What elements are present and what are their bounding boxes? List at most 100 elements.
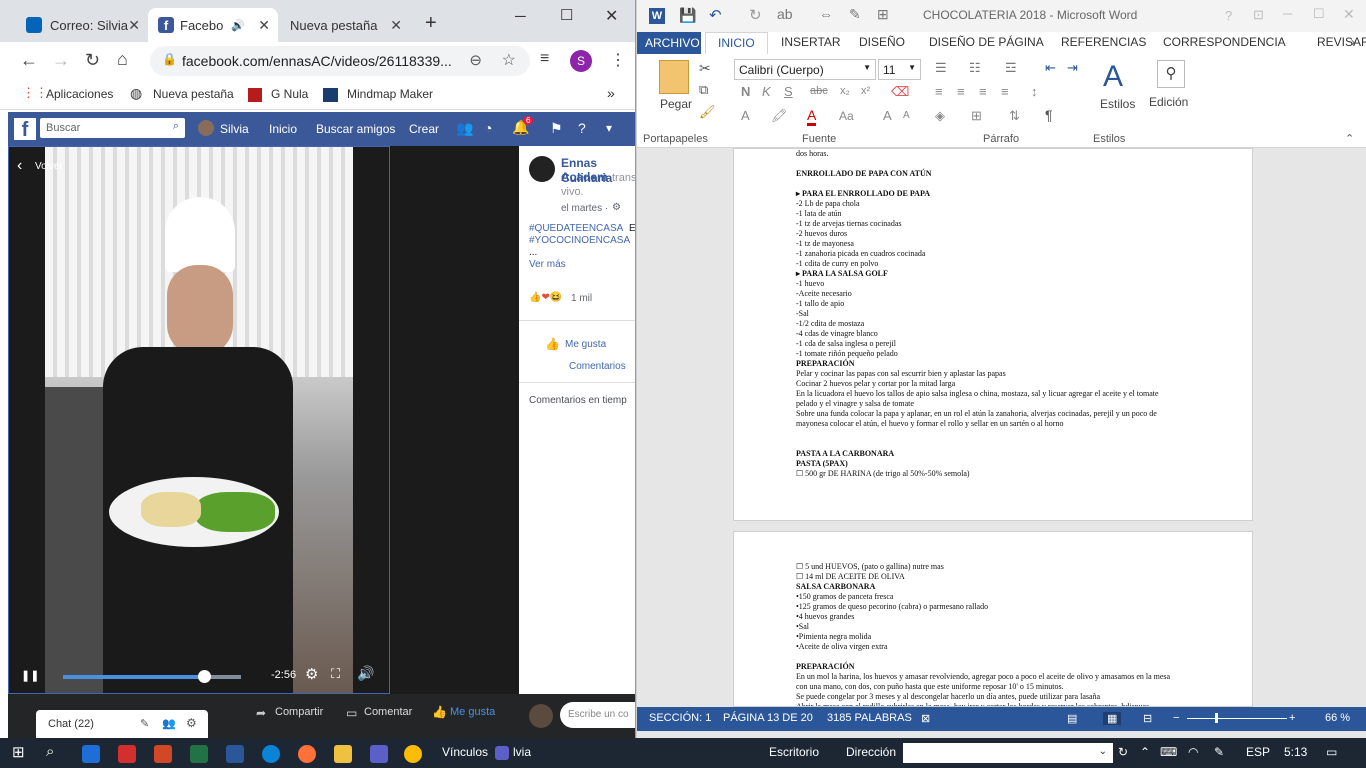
bookmark-new-tab[interactable]: Nueva pestaña	[153, 87, 234, 101]
format-painter-icon[interactable]: 🖌	[699, 104, 716, 120]
close-window-button[interactable]: ✕	[1343, 6, 1355, 23]
web-layout-icon[interactable]: ⊟	[1143, 712, 1152, 725]
read-mode-icon[interactable]: ▤	[1067, 712, 1077, 725]
action-center-icon[interactable]: ▭	[1326, 745, 1337, 759]
sort-icon[interactable]: ⇅	[1009, 108, 1020, 124]
chat-bar[interactable]: Chat (22) ✎ 👥 ⚙	[36, 710, 208, 738]
tab-referencias[interactable]: REFERENCIAS	[1061, 35, 1146, 49]
paste-icon[interactable]	[659, 60, 689, 94]
bookmark-apps[interactable]: Aplicaciones	[46, 87, 113, 101]
pen-icon[interactable]: ✎	[1214, 745, 1224, 759]
minimize-button[interactable]: ─	[1283, 6, 1292, 21]
zoom-out-icon[interactable]: −	[1173, 712, 1179, 724]
fb-user-name[interactable]: Silvia	[220, 122, 249, 136]
comment-button[interactable]: Comentar	[364, 706, 412, 718]
menu-icon[interactable]: ⋮	[610, 50, 626, 70]
section-indicator[interactable]: SECCIÓN: 1	[649, 712, 711, 724]
like-bottom-button[interactable]: Me gusta	[450, 706, 495, 718]
bullets-icon[interactable]: ☰	[935, 60, 947, 76]
messenger-icon[interactable]: ◔	[484, 120, 492, 136]
clock[interactable]: 5:13	[1284, 745, 1307, 759]
line-spacing-icon[interactable]: ↕	[1031, 84, 1038, 99]
nav-home[interactable]: Inicio	[269, 122, 297, 136]
decrease-indent-icon[interactable]: ⇤	[1045, 60, 1056, 76]
italic-icon[interactable]: K	[762, 84, 771, 99]
more-bookmarks[interactable]: »	[607, 85, 615, 101]
justify-icon[interactable]: ≡	[1001, 84, 1009, 99]
progress-handle[interactable]	[197, 670, 211, 683]
undo-icon[interactable]: ↶	[709, 6, 722, 24]
copy-icon[interactable]: ⧉	[699, 82, 708, 98]
groups-icon[interactable]: ⚑	[550, 120, 563, 137]
minimize-button[interactable]: ─	[515, 8, 526, 25]
align-center-icon[interactable]: ≡	[957, 84, 965, 99]
home-icon[interactable]: ⌂	[117, 49, 128, 70]
pause-icon[interactable]: ❚❚	[21, 669, 39, 682]
windows-start-icon[interactable]: ⊞	[12, 743, 25, 761]
address-input[interactable]: ⌄	[903, 743, 1113, 763]
page-indicator[interactable]: PÁGINA 13 DE 20	[723, 712, 813, 724]
bookmark-gnula[interactable]: G Nula	[271, 87, 308, 101]
tab-archivo[interactable]: ARCHIVO	[637, 32, 701, 54]
acrobat-icon[interactable]	[118, 745, 136, 763]
maximize-button[interactable]: ☐	[560, 6, 573, 24]
reaction-count[interactable]: 1 mil	[571, 293, 592, 304]
close-icon[interactable]: ✕	[390, 17, 402, 34]
search-icon[interactable]: ⌕	[46, 743, 54, 760]
word-count[interactable]: 3185 PALABRAS	[827, 712, 912, 724]
superscript-icon[interactable]: x²	[861, 85, 870, 97]
comments-link[interactable]: Comentarios	[569, 361, 626, 372]
language-indicator[interactable]: ESP	[1246, 745, 1270, 759]
styles-icon[interactable]: A	[1103, 60, 1123, 94]
font-color-icon[interactable]: A	[807, 107, 817, 126]
paste-label[interactable]: Pegar	[660, 97, 692, 111]
align-right-icon[interactable]: ≡	[979, 84, 987, 99]
chrome-taskbar-icon[interactable]	[404, 745, 422, 763]
redo-icon[interactable]: ↻	[749, 6, 762, 24]
firefox-icon[interactable]	[298, 745, 316, 763]
bluetooth-icon[interactable]	[82, 745, 100, 763]
document-page[interactable]: ☐ 5 und HUEVOS, (pato o gallina) nutre m…	[733, 531, 1253, 707]
address-bar[interactable]: 🔒 facebook.com/ennasAC/videos/26118339..…	[150, 46, 530, 76]
shading-icon[interactable]: ◈	[935, 108, 945, 124]
grow-font-icon[interactable]: A	[883, 108, 892, 123]
zoom-level[interactable]: 66 %	[1325, 712, 1350, 724]
numbering-icon[interactable]: ☷	[969, 60, 981, 76]
page-name-line2[interactable]: Culinaria	[561, 171, 612, 185]
excel-icon[interactable]	[190, 745, 208, 763]
font-size-select[interactable]: 11 ▼	[878, 59, 921, 80]
document-page[interactable]: dos horas. ENRROLLADO DE PAPA CON ATÚN ▸…	[733, 148, 1253, 521]
help-icon[interactable]: ?	[578, 120, 586, 136]
collapse-ribbon-icon[interactable]: ⌃	[1345, 132, 1354, 145]
tab-inicio[interactable]: INICIO	[705, 32, 768, 54]
help-icon[interactable]: ?	[1225, 8, 1232, 23]
cut-icon[interactable]: ✂	[699, 60, 711, 77]
chevron-up-icon[interactable]: ⌃	[1140, 745, 1150, 759]
live-comments-filter[interactable]: Comentarios en tiemp	[529, 395, 627, 406]
teams-icon[interactable]	[370, 745, 388, 763]
save-icon[interactable]: 💾	[679, 7, 696, 24]
star-icon[interactable]: ☆	[502, 50, 516, 70]
speaker-icon[interactable]: 🔊	[231, 19, 245, 32]
text-effects-icon[interactable]: A	[741, 108, 750, 123]
group-chat-icon[interactable]: 👥	[162, 717, 176, 730]
zoom-in-icon[interactable]: +	[1289, 712, 1295, 724]
underline-icon[interactable]: S	[784, 84, 793, 99]
chat-settings-icon[interactable]: ⚙	[186, 716, 197, 730]
tab-correspondencia[interactable]: CORRESPONDENCIA	[1163, 35, 1286, 49]
friends-icon[interactable]: 👥	[456, 120, 473, 137]
links-toolbar[interactable]: Vínculos	[442, 745, 488, 759]
borders-icon[interactable]: ⊞	[971, 108, 982, 124]
zoom-handle[interactable]	[1215, 713, 1218, 723]
profile-avatar[interactable]: S	[570, 50, 592, 72]
facebook-logo-icon[interactable]: f	[14, 118, 36, 141]
ribbon-display-icon[interactable]: ⊡	[1253, 7, 1264, 23]
comment-input[interactable]: Escribe un co	[560, 702, 635, 728]
chevron-down-icon[interactable]: ⌄	[1099, 746, 1107, 757]
wifi-icon[interactable]: ◠	[1188, 745, 1198, 759]
powerpoint-icon[interactable]	[154, 745, 172, 763]
keyboard-icon[interactable]: ⌨	[1160, 745, 1177, 759]
align-left-icon[interactable]: ≡	[935, 84, 943, 99]
word-taskbar-icon[interactable]	[226, 745, 244, 763]
edit-icon[interactable]: ✎	[849, 6, 861, 23]
